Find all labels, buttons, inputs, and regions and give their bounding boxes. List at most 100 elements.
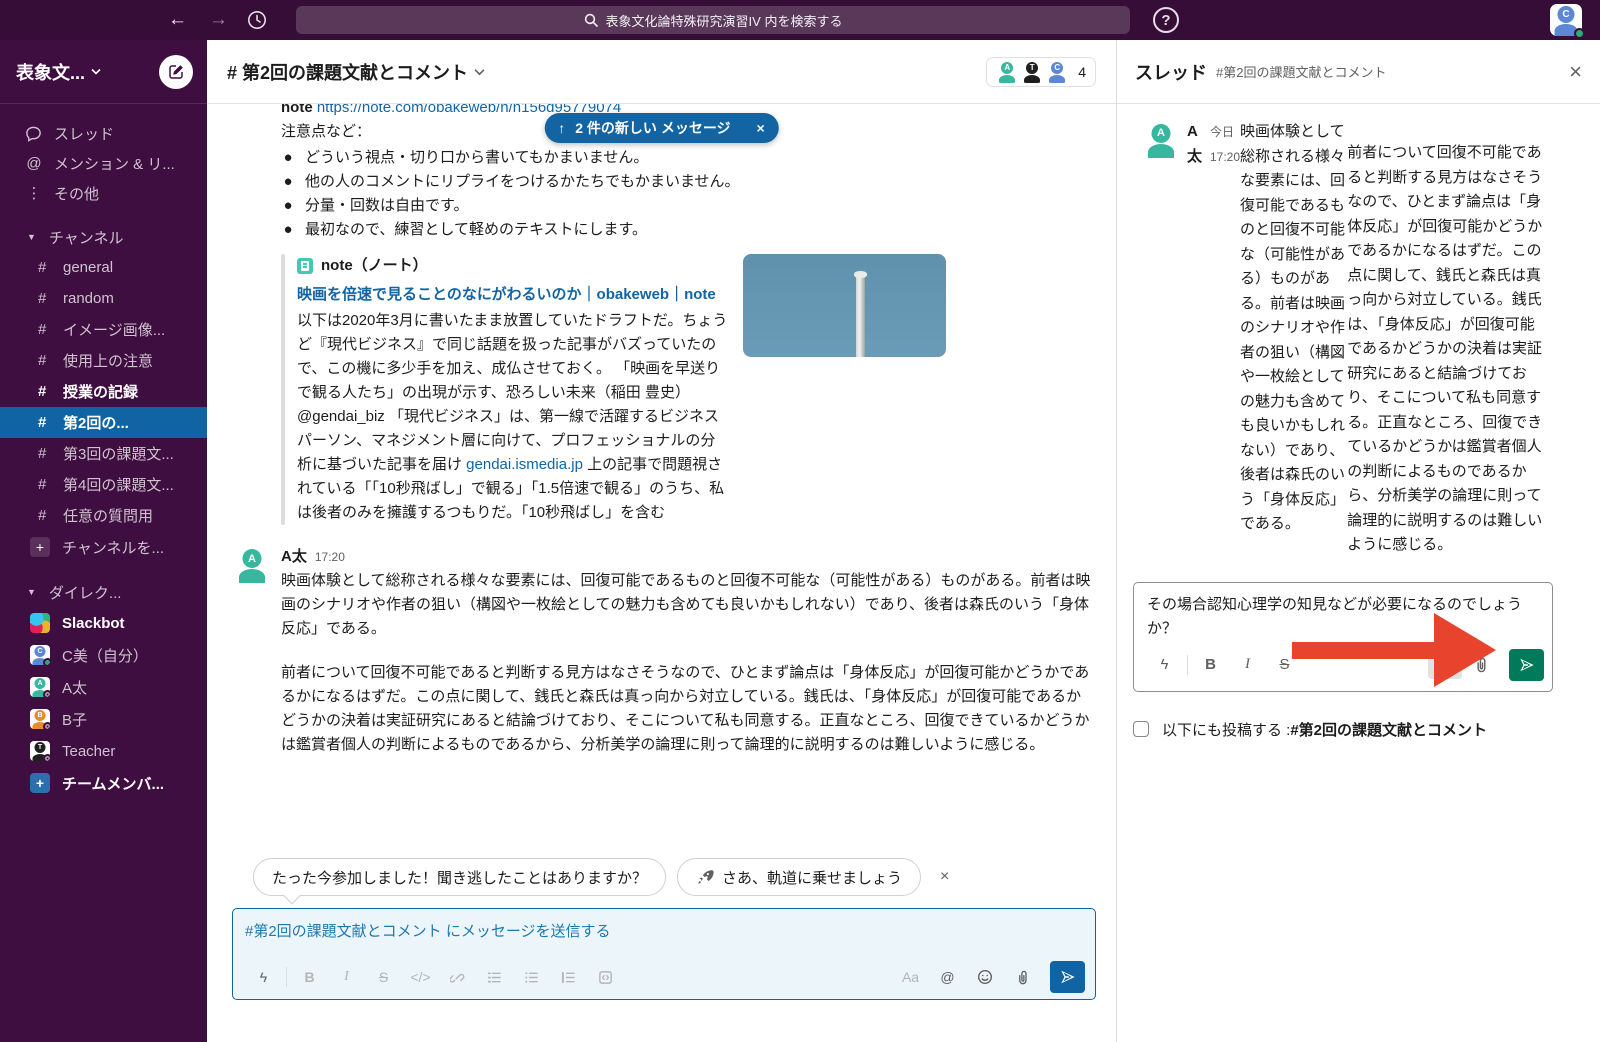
section-label: ダイレク... — [49, 582, 122, 603]
code-block-button[interactable] — [587, 970, 624, 985]
history-back-button[interactable]: ← — [168, 9, 187, 31]
message-composer[interactable]: #第2回の課題文献とコメント にメッセージを送信する ϟ B I S </> — [232, 908, 1096, 1000]
history-clock-icon[interactable] — [246, 9, 268, 31]
message-paragraph: 前者について回復不可能であると判断する見方はなさそうなので、ひとまず論点は「身体… — [1347, 141, 1545, 558]
also-send-checkbox[interactable] — [1133, 721, 1149, 737]
sidebar-item-threads[interactable]: スレッド — [0, 118, 207, 148]
dismiss-suggestions-icon[interactable]: × — [940, 868, 949, 886]
send-button[interactable] — [1050, 961, 1085, 993]
channel-title[interactable]: # 第2回の課題文献とコメント — [227, 59, 468, 85]
list-item: ●分量・回数は自由です。 — [281, 194, 1092, 218]
reply-input[interactable]: その場合認知心理学の知見などが必要になるのでしょうか？ — [1134, 583, 1552, 645]
channels-section-header[interactable]: ▼ チャンネル — [0, 222, 207, 252]
sidebar-item-more[interactable]: ⋮ その他 — [0, 178, 207, 208]
thread-channel-name[interactable]: #第2回の課題文献とコメント — [1216, 62, 1386, 81]
send-reply-button[interactable] — [1509, 649, 1544, 681]
message-timestamp[interactable]: 今日 17:20 — [1210, 120, 1240, 169]
shortcut-bolt-icon[interactable]: ϟ — [245, 969, 282, 985]
note-service-icon — [297, 258, 313, 274]
sidebar-channel-random[interactable]: #random — [0, 283, 207, 314]
list-item: ●他の人のコメントにリプライをつけるかたちでもかまいません。 — [281, 170, 1092, 194]
gendai-link[interactable]: gendai.ismedia.jp — [466, 456, 583, 473]
close-thread-icon[interactable]: × — [1569, 59, 1582, 85]
sidebar-item-mentions[interactable]: @ メンション & リ... — [0, 148, 207, 178]
chevron-down-icon — [91, 68, 101, 75]
message-paragraph: 映画体験として総称される様々な要素には、回復可能であるものと回復不可能な（可能性… — [1240, 120, 1347, 558]
message-author[interactable]: A太 — [1187, 120, 1202, 169]
dm-self[interactable]: C C美（自分） — [0, 639, 207, 671]
search-text: 表象文化論特殊研究演習IV 内を検索する — [606, 11, 843, 30]
message-timestamp[interactable]: 17:20 — [315, 545, 345, 569]
workspace-header[interactable]: 表象文... — [0, 40, 207, 104]
history-forward-button[interactable]: → — [209, 9, 228, 31]
link-button[interactable] — [439, 970, 476, 985]
top-bar: ← → 表象文化論特殊研究演習IV 内を検索する ? C — [0, 0, 1600, 40]
vertical-dots-icon: ⋮ — [25, 184, 43, 202]
blockquote-button[interactable] — [550, 970, 587, 985]
message-a-ta: A A太 17:20 映画体験として総称される様々な要素には、回復可能であるもの… — [207, 545, 1116, 757]
workspace-name: 表象文... — [16, 59, 85, 85]
sidebar-channel-images[interactable]: #イメージ画像... — [0, 314, 207, 345]
avatar[interactable]: A — [1143, 122, 1179, 158]
sidebar-channel-session2-selected[interactable]: #第2回の... — [0, 407, 207, 438]
code-button[interactable]: </> — [402, 969, 439, 985]
strikethrough-button[interactable]: S — [365, 969, 402, 985]
close-icon[interactable]: × — [757, 120, 765, 136]
dm-slackbot[interactable]: Slackbot — [0, 607, 207, 639]
thread-reply-composer[interactable]: その場合認知心理学の知見などが必要になるのでしょうか？ ϟ B I S Aa — [1133, 582, 1553, 692]
sidebar: 表象文... スレッド @ — [0, 40, 207, 1042]
speech-bubble-icon — [25, 125, 43, 142]
suggestion-pill-1[interactable]: たった今参加しました！聞き逃したことはありますか？ — [253, 858, 666, 896]
unfurl-description: 以下は2020年3月に書いたまま放置していたドラフトだ。ちょうど『現代ビジネス』… — [297, 309, 730, 525]
avatar[interactable]: A — [234, 547, 270, 583]
attach-paperclip-icon[interactable] — [1462, 656, 1499, 673]
shortcut-bolt-icon[interactable]: ϟ — [1146, 656, 1183, 673]
message-author[interactable]: A太 — [281, 545, 307, 569]
invite-members-button[interactable]: + チームメンバ... — [0, 767, 207, 799]
sidebar-channel-session3[interactable]: #第3回の課題文... — [0, 438, 207, 469]
ordered-list-button[interactable] — [476, 970, 513, 985]
sidebar-channel-general[interactable]: #general — [0, 252, 207, 283]
sidebar-channel-session4[interactable]: #第4回の課題文... — [0, 469, 207, 500]
thread-title: スレッド — [1135, 59, 1207, 85]
sidebar-item-label: その他 — [54, 183, 99, 204]
unfurl-thumbnail-image[interactable] — [743, 254, 946, 357]
dm-a-ta[interactable]: A A太 — [0, 671, 207, 703]
member-avatar: C — [1046, 61, 1068, 83]
sidebar-channel-usage-notes[interactable]: #使用上の注意 — [0, 345, 207, 376]
italic-button[interactable]: I — [328, 969, 365, 985]
strikethrough-button[interactable]: S — [1266, 656, 1303, 673]
link-unfurl-card: note（ノート） 映画を倍速で見ることのなにがわるいのか｜obakeweb｜n… — [207, 254, 1116, 525]
also-send-channel[interactable]: #第2回の課題文献とコメント — [1290, 722, 1487, 739]
help-button[interactable]: ? — [1153, 7, 1179, 33]
avatar: A — [30, 677, 50, 697]
add-channel-button[interactable]: + チャンネルを... — [0, 531, 207, 563]
show-formatting-button[interactable]: Aa — [1428, 651, 1462, 679]
member-count: 4 — [1078, 64, 1086, 80]
message-input-placeholder[interactable]: #第2回の課題文献とコメント にメッセージを送信する — [233, 909, 1095, 959]
member-count-button[interactable]: A T C 4 — [986, 57, 1096, 87]
unfurl-service-name: note（ノート） — [321, 254, 428, 278]
bulleted-list-button[interactable] — [513, 970, 550, 985]
attach-paperclip-icon[interactable] — [1003, 969, 1040, 985]
emoji-button[interactable] — [966, 969, 1003, 985]
dm-b-ko[interactable]: B B子 — [0, 703, 207, 735]
unfurl-title-link[interactable]: 映画を倍速で見ることのなにがわるいのか｜obakeweb｜note — [297, 282, 730, 307]
user-avatar[interactable]: C — [1550, 4, 1582, 36]
sidebar-channel-class-records[interactable]: #授業の記録 — [0, 376, 207, 407]
search-input[interactable]: 表象文化論特殊研究演習IV 内を検索する — [296, 6, 1130, 34]
sidebar-channel-questions[interactable]: #任意の質問用 — [0, 500, 207, 531]
show-formatting-button[interactable]: Aa — [892, 969, 929, 985]
rocket-icon — [696, 868, 714, 886]
new-messages-banner[interactable]: ↑ 2 件の新しい メッセージ × — [544, 113, 778, 143]
bold-button[interactable]: B — [291, 969, 328, 985]
unfurl-accent-bar — [281, 254, 285, 525]
suggestion-pill-2[interactable]: さあ、軌道に乗せましょう — [677, 858, 921, 896]
avatar: B — [30, 709, 50, 729]
dm-section-header[interactable]: ▼ ダイレク... — [0, 577, 207, 607]
compose-button[interactable] — [159, 55, 193, 89]
mention-button[interactable]: @ — [929, 969, 966, 985]
dm-teacher[interactable]: T Teacher — [0, 735, 207, 767]
italic-button[interactable]: I — [1229, 656, 1266, 673]
bold-button[interactable]: B — [1192, 656, 1229, 673]
